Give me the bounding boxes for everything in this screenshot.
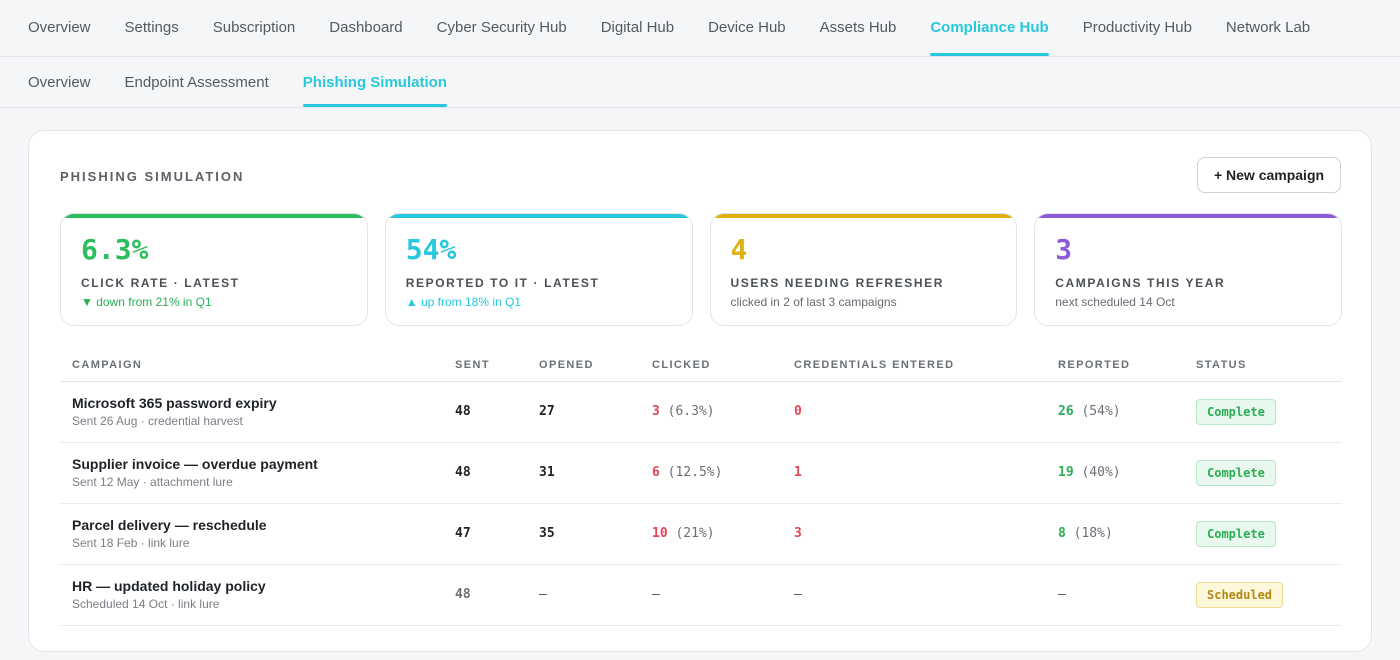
nav-tab-device-hub[interactable]: Device Hub: [708, 0, 786, 56]
subnav-tab-endpoint-assessment[interactable]: Endpoint Assessment: [125, 57, 269, 107]
sent-count: 47: [443, 503, 527, 565]
table-row[interactable]: HR — updated holiday policy Scheduled 14 …: [60, 564, 1342, 626]
card-title: PHISHING SIMULATION: [60, 169, 245, 184]
clicked-percent: (12.5%): [667, 465, 723, 480]
opened-count: 27: [527, 381, 640, 443]
phishing-simulation-card: PHISHING SIMULATION + New campaign 6.3% …: [28, 130, 1372, 652]
column-header-sent: SENT: [443, 349, 527, 382]
campaign-meta: Sent 12 May · attachment lure: [72, 475, 233, 489]
nav-tab-overview[interactable]: Overview: [28, 0, 91, 56]
clicked-count: 3: [652, 404, 660, 419]
table-header-row: CAMPAIGN SENT OPENED CLICKED CREDENTIALS…: [60, 349, 1342, 382]
campaign-name: Supplier invoice — overdue payment: [72, 456, 318, 472]
secondary-nav: Overview Endpoint Assessment Phishing Si…: [0, 57, 1400, 108]
subnav-tab-phishing-simulation[interactable]: Phishing Simulation: [302, 57, 448, 107]
clicked-percent: (6.3%): [667, 404, 715, 419]
campaign-meta: Scheduled 14 Oct · link lure: [72, 597, 220, 611]
reported-percent: (54%): [1081, 404, 1121, 419]
campaign-name: Parcel delivery — reschedule: [72, 517, 267, 533]
subnav-tab-overview[interactable]: Overview: [28, 57, 91, 107]
new-campaign-button[interactable]: + New campaign: [1197, 157, 1341, 193]
campaign-meta: Sent 26 Aug · credential harvest: [72, 414, 243, 428]
table-row[interactable]: Supplier invoice — overdue payment Sent 1…: [60, 442, 1342, 504]
campaign-name: Microsoft 365 password expiry: [72, 395, 277, 411]
reported-count: –: [1058, 587, 1066, 602]
reported-count: 8: [1058, 526, 1066, 541]
column-header-campaign: CAMPAIGN: [60, 349, 443, 382]
table-row[interactable]: Microsoft 365 password expiry Sent 26 Aug…: [60, 381, 1342, 443]
sent-count: 48: [443, 442, 527, 504]
credentials-count: –: [794, 587, 802, 602]
nav-tab-productivity-hub[interactable]: Productivity Hub: [1083, 0, 1192, 56]
reported-percent: (18%): [1073, 526, 1113, 541]
nav-tab-network-lab[interactable]: Network Lab: [1226, 0, 1310, 56]
campaign-meta: Sent 18 Feb · link lure: [72, 536, 190, 550]
opened-count: –: [527, 564, 640, 626]
stat-trend-note: ▼ down from 21% in Q1: [81, 295, 212, 309]
status-badge: Complete: [1196, 520, 1276, 547]
credentials-count: 0: [794, 404, 802, 419]
sent-count: 48: [443, 564, 527, 626]
primary-nav: Overview Settings Subscription Dashboard…: [0, 0, 1400, 57]
opened-count: 31: [527, 442, 640, 504]
nav-tab-digital-hub[interactable]: Digital Hub: [601, 0, 674, 56]
reported-percent: (40%): [1081, 465, 1121, 480]
sent-count: 48: [443, 381, 527, 443]
nav-tab-compliance-hub[interactable]: Compliance Hub: [930, 0, 1050, 56]
clicked-count: 6: [652, 465, 660, 480]
credentials-count: 1: [794, 465, 802, 480]
stat-note: clicked in 2 of last 3 campaigns: [730, 295, 897, 309]
credentials-count: 3: [794, 526, 802, 541]
stat-label: USERS NEEDING REFRESHER: [730, 276, 944, 290]
clicked-count: 10: [652, 526, 668, 541]
stat-reported-to-it: 54% REPORTED TO IT · LATEST ▲ up from 18…: [384, 213, 693, 326]
column-header-clicked: CLICKED: [640, 349, 782, 382]
stat-users-needing-refresher: 4 USERS NEEDING REFRESHER clicked in 2 o…: [709, 213, 1018, 326]
column-header-status: STATUS: [1184, 349, 1342, 382]
clicked-count: –: [652, 587, 660, 602]
campaigns-table: CAMPAIGN SENT OPENED CLICKED CREDENTIALS…: [60, 349, 1342, 626]
stat-value: 4: [730, 233, 748, 266]
nav-tab-subscription[interactable]: Subscription: [213, 0, 296, 56]
nav-tab-dashboard[interactable]: Dashboard: [329, 0, 402, 56]
campaign-name: HR — updated holiday policy: [72, 578, 266, 594]
stat-click-rate: 6.3% CLICK RATE · LATEST ▼ down from 21%…: [60, 213, 368, 326]
clicked-percent: (21%): [675, 526, 715, 541]
stats-row: 6.3% CLICK RATE · LATEST ▼ down from 21%…: [60, 213, 1342, 326]
stat-trend-note: ▲ up from 18% in Q1: [405, 295, 522, 309]
stat-campaigns-this-year: 3 CAMPAIGNS THIS YEAR next scheduled 14 …: [1034, 213, 1342, 326]
opened-count: 35: [527, 503, 640, 565]
stat-value: 6.3%: [81, 233, 149, 266]
column-header-reported: REPORTED: [1046, 349, 1184, 382]
status-badge: Complete: [1196, 398, 1276, 425]
stat-label: CAMPAIGNS THIS YEAR: [1055, 276, 1226, 290]
table-row[interactable]: Parcel delivery — reschedule Sent 18 Feb …: [60, 503, 1342, 565]
stat-label: CLICK RATE · LATEST: [81, 276, 240, 290]
column-header-credentials: CREDENTIALS ENTERED: [782, 349, 1046, 382]
stat-label: REPORTED TO IT · LATEST: [405, 276, 600, 290]
status-badge: Complete: [1196, 459, 1276, 486]
status-badge: Scheduled: [1196, 581, 1284, 608]
stat-value: 3: [1055, 233, 1073, 266]
stat-note: next scheduled 14 Oct: [1055, 295, 1175, 309]
nav-tab-cyber-security-hub[interactable]: Cyber Security Hub: [437, 0, 567, 56]
nav-tab-settings[interactable]: Settings: [125, 0, 179, 56]
stat-value: 54%: [405, 233, 457, 266]
nav-tab-assets-hub[interactable]: Assets Hub: [820, 0, 897, 56]
reported-count: 26: [1058, 404, 1074, 419]
reported-count: 19: [1058, 465, 1074, 480]
column-header-opened: OPENED: [527, 349, 640, 382]
